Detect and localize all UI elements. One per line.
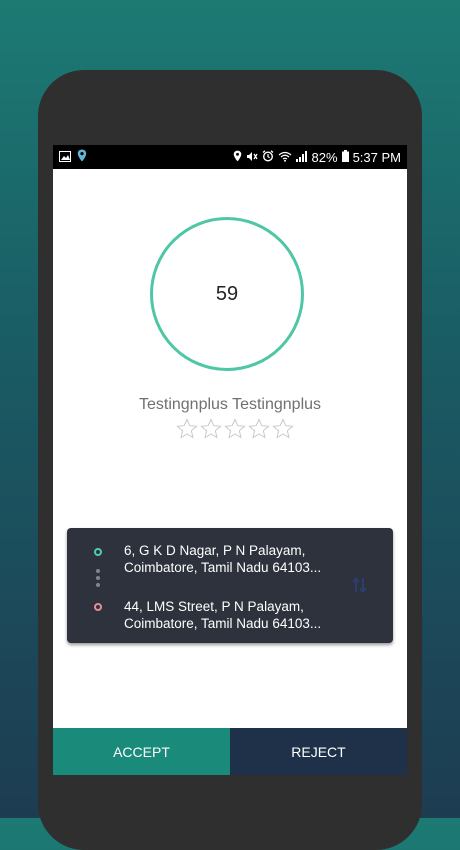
- image-icon: [59, 150, 71, 165]
- battery-icon: [341, 149, 349, 165]
- status-bar: 82% 5:37 PM: [53, 145, 407, 169]
- star-icon: [200, 418, 222, 439]
- drop-marker-icon: [94, 603, 102, 611]
- rating-stars: [175, 417, 295, 441]
- drop-address: 44, LMS Street, P N Palayam, Coimbatore,…: [124, 599, 322, 631]
- signal-icon: [295, 150, 308, 165]
- app-screen: 82% 5:37 PM 59 Testingnplus Testingnplus…: [53, 145, 407, 775]
- route-connector: [96, 569, 100, 590]
- star-icon: [176, 418, 198, 439]
- star-icon: [224, 418, 246, 439]
- pickup-address: 6, G K D Nagar, P N Palayam, Coimbatore,…: [124, 543, 322, 575]
- location-pin-icon: [77, 149, 87, 165]
- clock-time: 5:37 PM: [352, 149, 401, 165]
- gps-icon: [233, 150, 242, 165]
- swap-icon[interactable]: [352, 576, 368, 599]
- battery-percent: 82%: [311, 149, 338, 165]
- countdown-timer: 59: [150, 217, 304, 371]
- wifi-icon: [278, 150, 292, 165]
- star-icon: [248, 418, 270, 439]
- pickup-marker-icon: [94, 548, 102, 556]
- timer-value: 59: [215, 282, 239, 305]
- route-card: 6, G K D Nagar, P N Palayam, Coimbatore,…: [67, 528, 393, 643]
- reject-button[interactable]: REJECT: [230, 728, 407, 775]
- accept-button[interactable]: ACCEPT: [53, 728, 230, 775]
- star-icon: [272, 418, 294, 439]
- passenger-name: Testingnplus Testingnplus: [138, 396, 322, 413]
- action-bar: ACCEPT REJECT: [53, 728, 407, 775]
- alarm-icon: [262, 149, 274, 165]
- mute-icon: [246, 150, 258, 165]
